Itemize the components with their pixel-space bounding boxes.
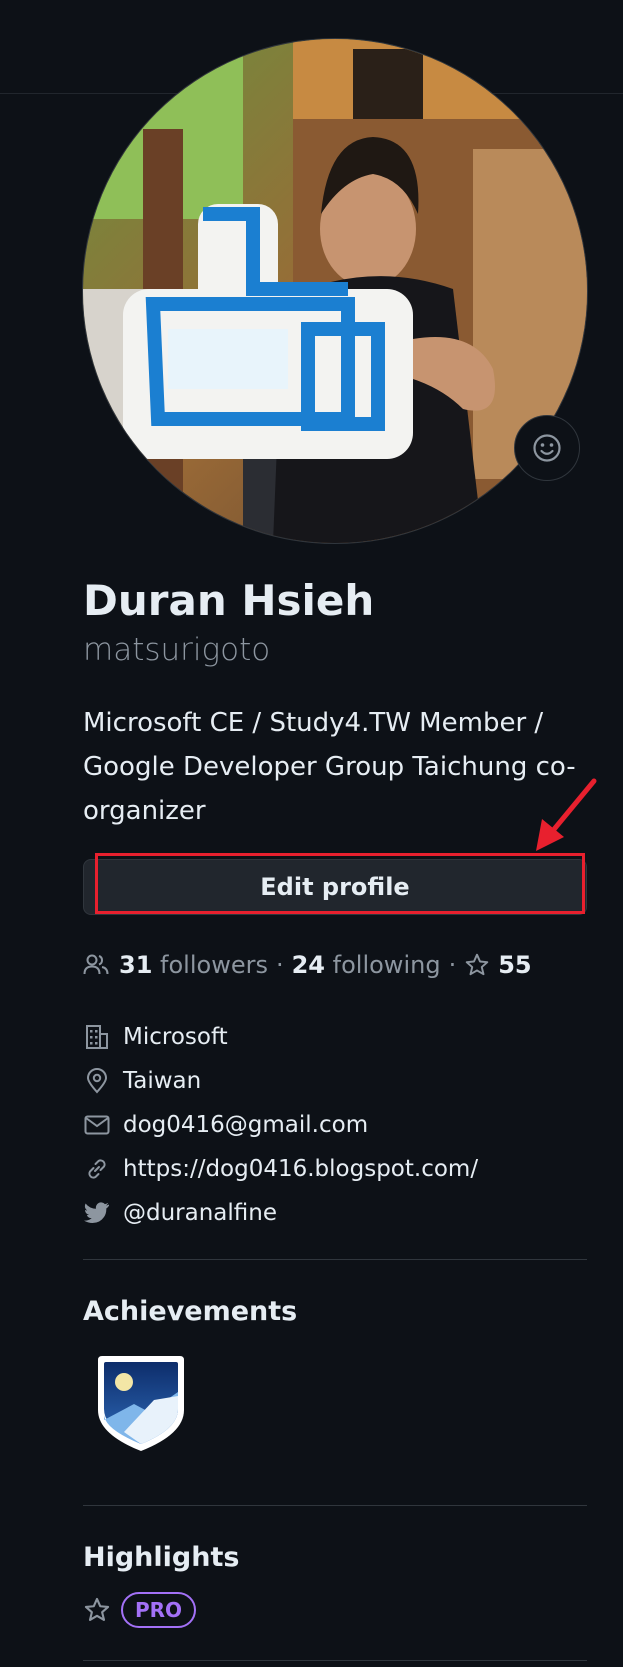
location-pin-icon: [83, 1068, 111, 1094]
detail-company: Microsoft: [83, 1015, 478, 1059]
annotation-arrow-icon: [536, 778, 597, 851]
smiley-icon: [533, 434, 561, 462]
follow-stats: 31 followers · 24 following · 55: [83, 945, 532, 985]
detail-location: Taiwan: [83, 1059, 478, 1103]
avatar-photo: [83, 39, 587, 543]
stats-separator: ·: [448, 951, 457, 979]
stars-link[interactable]: 55: [464, 951, 532, 979]
website-link[interactable]: https://dog0416.blogspot.com/: [123, 1156, 478, 1182]
mail-icon: [83, 1115, 111, 1135]
achievements-heading: Achievements: [83, 1296, 298, 1327]
profile-avatar[interactable]: [82, 38, 588, 544]
highlight-pro: PRO: [83, 1592, 197, 1628]
followers-count: 31: [119, 951, 153, 979]
people-icon: [83, 953, 109, 977]
pro-badge: PRO: [121, 1592, 197, 1628]
detail-website[interactable]: https://dog0416.blogspot.com/: [83, 1147, 478, 1191]
building-icon: [83, 1024, 111, 1050]
detail-twitter[interactable]: @duranalfine: [83, 1191, 478, 1235]
edit-profile-button[interactable]: Edit profile: [83, 859, 587, 915]
email-link[interactable]: dog0416@gmail.com: [123, 1112, 368, 1138]
location-text: Taiwan: [123, 1068, 202, 1094]
twitter-icon: [83, 1202, 111, 1224]
mountain-badge-icon: [98, 1356, 184, 1451]
section-divider: [83, 1259, 587, 1260]
set-status-button[interactable]: [514, 415, 580, 481]
stars-count: 55: [498, 951, 532, 979]
followers-label: followers: [160, 951, 268, 979]
profile-name: Duran Hsieh: [83, 576, 375, 625]
section-divider: [83, 1505, 587, 1506]
link-icon: [83, 1156, 111, 1182]
following-link[interactable]: 24 following: [292, 951, 441, 979]
followers-link[interactable]: 31 followers: [119, 951, 268, 979]
profile-username: matsurigoto: [83, 632, 271, 668]
detail-email[interactable]: dog0416@gmail.com: [83, 1103, 478, 1147]
star-icon: [84, 1597, 110, 1621]
following-count: 24: [291, 951, 326, 979]
achievement-badge[interactable]: [94, 1352, 188, 1458]
section-divider: [83, 1660, 587, 1661]
company-text: Microsoft: [123, 1024, 228, 1050]
star-icon: [465, 953, 489, 976]
twitter-handle[interactable]: @duranalfine: [123, 1200, 277, 1226]
profile-bio: Microsoft CE / Study4.TW Member / Google…: [83, 708, 576, 826]
highlights-heading: Highlights: [83, 1542, 240, 1573]
profile-details: Microsoft Taiwan dog0416@gmail.com https…: [83, 1015, 478, 1235]
stats-separator: ·: [275, 951, 284, 979]
following-label: following: [332, 951, 441, 979]
